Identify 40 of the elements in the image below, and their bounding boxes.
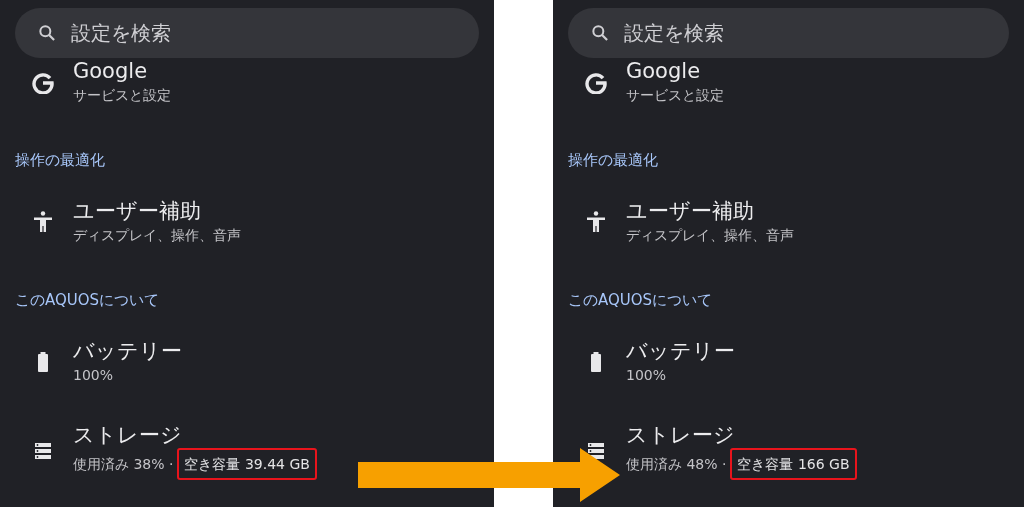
settings-item[interactable]: バッテリー 100% [568,338,735,386]
settings-item[interactable]: Google サービスと設定 [15,58,171,106]
highlighted-text: 空き容量 39.44 GB [177,448,317,480]
search-field[interactable]: 設定を検索 [568,8,1009,58]
settings-item[interactable]: Google サービスと設定 [568,58,724,106]
item-title: ユーザー補助 [626,198,755,224]
settings-item[interactable]: バッテリー 100% [15,338,182,386]
g-logo-icon [584,70,608,94]
item-subtitle: サービスと設定 [73,86,171,105]
highlighted-text: 空き容量 166 GB [730,448,857,480]
accessibility-icon [31,210,55,234]
item-subtitle: 100% [73,366,114,385]
item-subtitle: サービスと設定 [626,86,724,105]
search-placeholder: 設定を検索 [624,19,724,47]
settings-item[interactable]: ストレージ 使用済み 48% · 空き容量 166 GB [568,422,857,480]
settings-item[interactable]: ユーザー補助 ディスプレイ、操作、音声 [15,198,241,246]
item-subtitle: 100% [626,366,667,385]
search-placeholder: 設定を検索 [71,19,171,47]
section-header: このAQUOSについて [15,290,160,310]
item-title: バッテリー [626,338,735,364]
item-subtitle: 使用済み 38% · [73,455,174,474]
item-title: ストレージ [73,422,183,448]
g-logo-icon [31,70,55,94]
section-header: 操作の最適化 [15,150,105,170]
search-icon [37,23,57,43]
section-header: このAQUOSについて [568,290,713,310]
accessibility-icon [584,210,608,234]
search-field[interactable]: 設定を検索 [15,8,479,58]
search-icon [590,23,610,43]
item-title: ストレージ [626,422,736,448]
item-title: ユーザー補助 [73,198,202,224]
item-subtitle: 使用済み 48% · [626,455,727,474]
item-subtitle: ディスプレイ、操作、音声 [73,226,241,245]
settings-item[interactable]: ストレージ 使用済み 38% · 空き容量 39.44 GB [15,422,317,480]
item-title: バッテリー [73,338,182,364]
item-title: Google [626,58,702,84]
item-subtitle: ディスプレイ、操作、音声 [626,226,794,245]
section-header: 操作の最適化 [568,150,658,170]
settings-item[interactable]: ユーザー補助 ディスプレイ、操作、音声 [568,198,794,246]
item-title: Google [73,58,149,84]
